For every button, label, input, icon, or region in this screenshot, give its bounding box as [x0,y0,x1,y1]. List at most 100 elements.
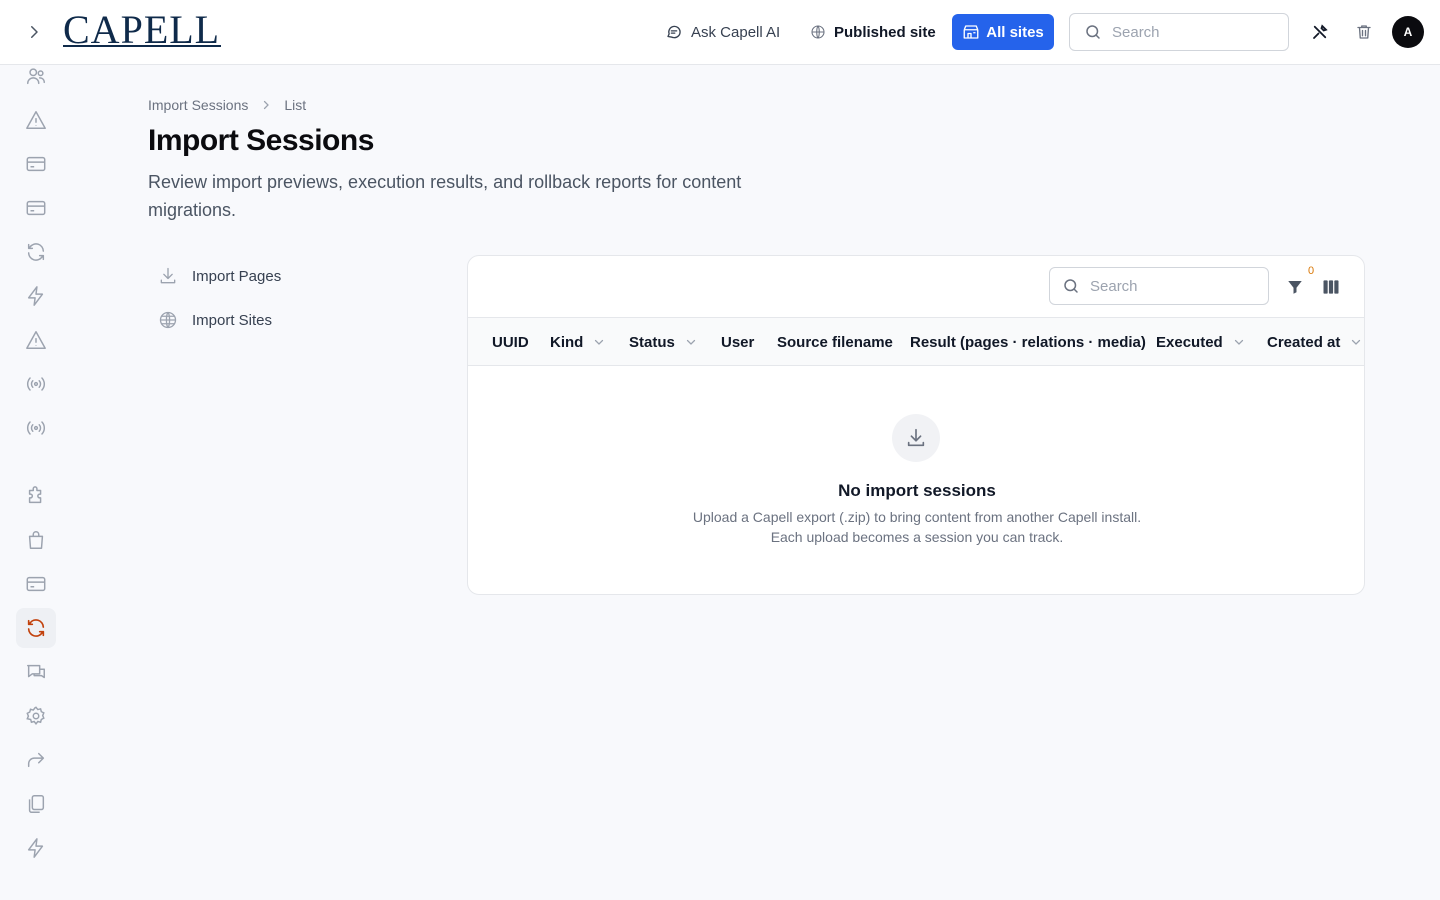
column-label: Source filename [777,333,893,351]
top-bar: CAPELL Ask Capell AI Published site All … [0,0,1440,65]
column-label: Status [629,333,675,351]
capell-logo[interactable]: CAPELL [63,10,220,50]
globe-icon [811,25,825,39]
sidebar-item-subscriptions[interactable] [16,564,56,604]
column-header-source-filename[interactable]: Source filename [777,318,893,366]
sidebar-item-quick-actions[interactable] [16,828,56,868]
ask-ai-button[interactable]: Ask Capell AI [665,14,780,50]
tools-icon [1313,24,1328,39]
warning-icon [26,111,46,129]
card-icon [26,576,46,592]
chevron-down-icon [686,339,695,345]
sync-icon [27,619,45,637]
share-icon [27,752,45,768]
global-search [1069,13,1289,51]
card-icon [26,200,46,216]
empty-state-description: Upload a Capell export (.zip) to bring c… [468,507,1364,547]
search-icon [1064,279,1078,293]
published-site-label: Published site [834,23,936,41]
column-header-status[interactable]: Status [629,318,697,366]
global-search-input[interactable] [1112,23,1262,41]
chevron-down-icon [1352,339,1361,345]
trash-button[interactable] [1350,18,1378,46]
empty-state-line-1: Upload a Capell export (.zip) to bring c… [692,509,1142,525]
bag-icon [28,531,44,549]
subnav-import-sites[interactable]: Import Sites [148,300,428,340]
column-label: UUID [492,333,529,351]
sidebar-item-plugins[interactable] [16,476,56,516]
sidebar-expand-button[interactable] [20,18,48,46]
chat-bubble-icon [667,25,681,39]
sidebar-item-users[interactable] [16,56,56,96]
search-icon [1086,25,1100,39]
breadcrumb: Import Sessions List [148,97,306,113]
columns-toggle-button[interactable] [1318,274,1344,300]
sidebar-item-redirects[interactable] [16,740,56,780]
globe-icon [159,311,177,329]
filter-button[interactable] [1282,274,1308,300]
table-search-input[interactable] [1090,277,1240,295]
import-sessions-table: 0 UUID Kind Status User Source filename … [467,255,1365,595]
column-header-user[interactable]: User [721,318,754,366]
sidebar-item-automations[interactable] [16,276,56,316]
column-header-created-at[interactable]: Created at [1267,318,1362,366]
logo-underline [63,45,221,47]
breadcrumb-parent-link[interactable]: Import Sessions [148,97,248,113]
copy-icon [28,795,45,813]
subnav-import-pages-label: Import Pages [192,267,282,285]
empty-state-title: No import sessions [838,481,996,500]
column-header-uuid[interactable]: UUID [492,318,529,366]
chevron-right-icon [264,100,270,110]
column-header-executed[interactable]: Executed [1156,318,1245,366]
page-title: Import Sessions [148,124,374,157]
column-label: User [721,333,755,351]
warning-icon [26,331,46,349]
column-label: Kind [550,333,584,351]
subnav-import-sites-label: Import Sites [192,311,273,329]
page-description: Review import previews, execution result… [148,172,742,220]
gear-icon [26,706,45,725]
all-sites-label: All sites [986,23,1044,41]
empty-state-icon [892,414,940,462]
published-site-link[interactable]: Published site [810,14,936,50]
filter-count-badge: 0 [1308,265,1315,277]
chevron-down-icon [1234,339,1243,345]
column-header-kind[interactable]: Kind [550,318,605,366]
bolt-icon [27,286,44,306]
table-header: UUID Kind Status User Source filename Re… [468,317,1364,366]
sidebar-item-shop[interactable] [16,520,56,560]
sync-icon [27,243,45,261]
column-label: Result (pages · relations · media) [910,333,1146,351]
chevron-right-icon [31,26,38,38]
download-icon [160,267,176,284]
puzzle-icon [28,486,42,504]
broadcast-icon [26,377,46,391]
sidebar-item-copies[interactable] [16,784,56,824]
filter-icon [1288,281,1302,294]
all-sites-button[interactable]: All sites [952,14,1054,50]
trash-icon [1357,25,1371,39]
sidebar-item-signals[interactable] [16,408,56,448]
sidebar-item-broadcast[interactable] [16,364,56,404]
sidebar-item-billing[interactable] [16,144,56,184]
sidebar [0,65,72,900]
user-avatar[interactable]: A [1392,16,1424,48]
subnav-import-pages[interactable]: Import Pages [148,256,428,296]
sidebar-item-comments[interactable] [16,652,56,692]
sidebar-item-sync[interactable] [16,232,56,272]
download-icon [907,428,925,447]
sidebar-item-settings[interactable] [16,696,56,736]
column-label: Executed [1156,333,1223,351]
chat-icon [27,664,45,679]
bolt-icon [27,838,44,858]
sidebar-item-alerts[interactable] [16,320,56,360]
sidebar-item-payments[interactable] [16,188,56,228]
tools-button[interactable] [1306,18,1334,46]
columns-icon [1323,280,1339,294]
empty-state-line-2: Each upload becomes a session you can tr… [770,529,1064,545]
sidebar-item-warnings[interactable] [16,100,56,140]
table-search [1049,267,1269,305]
column-header-result[interactable]: Result (pages · relations · media) [910,318,1146,366]
card-icon [26,156,46,172]
sidebar-item-import-sessions[interactable] [16,608,56,648]
